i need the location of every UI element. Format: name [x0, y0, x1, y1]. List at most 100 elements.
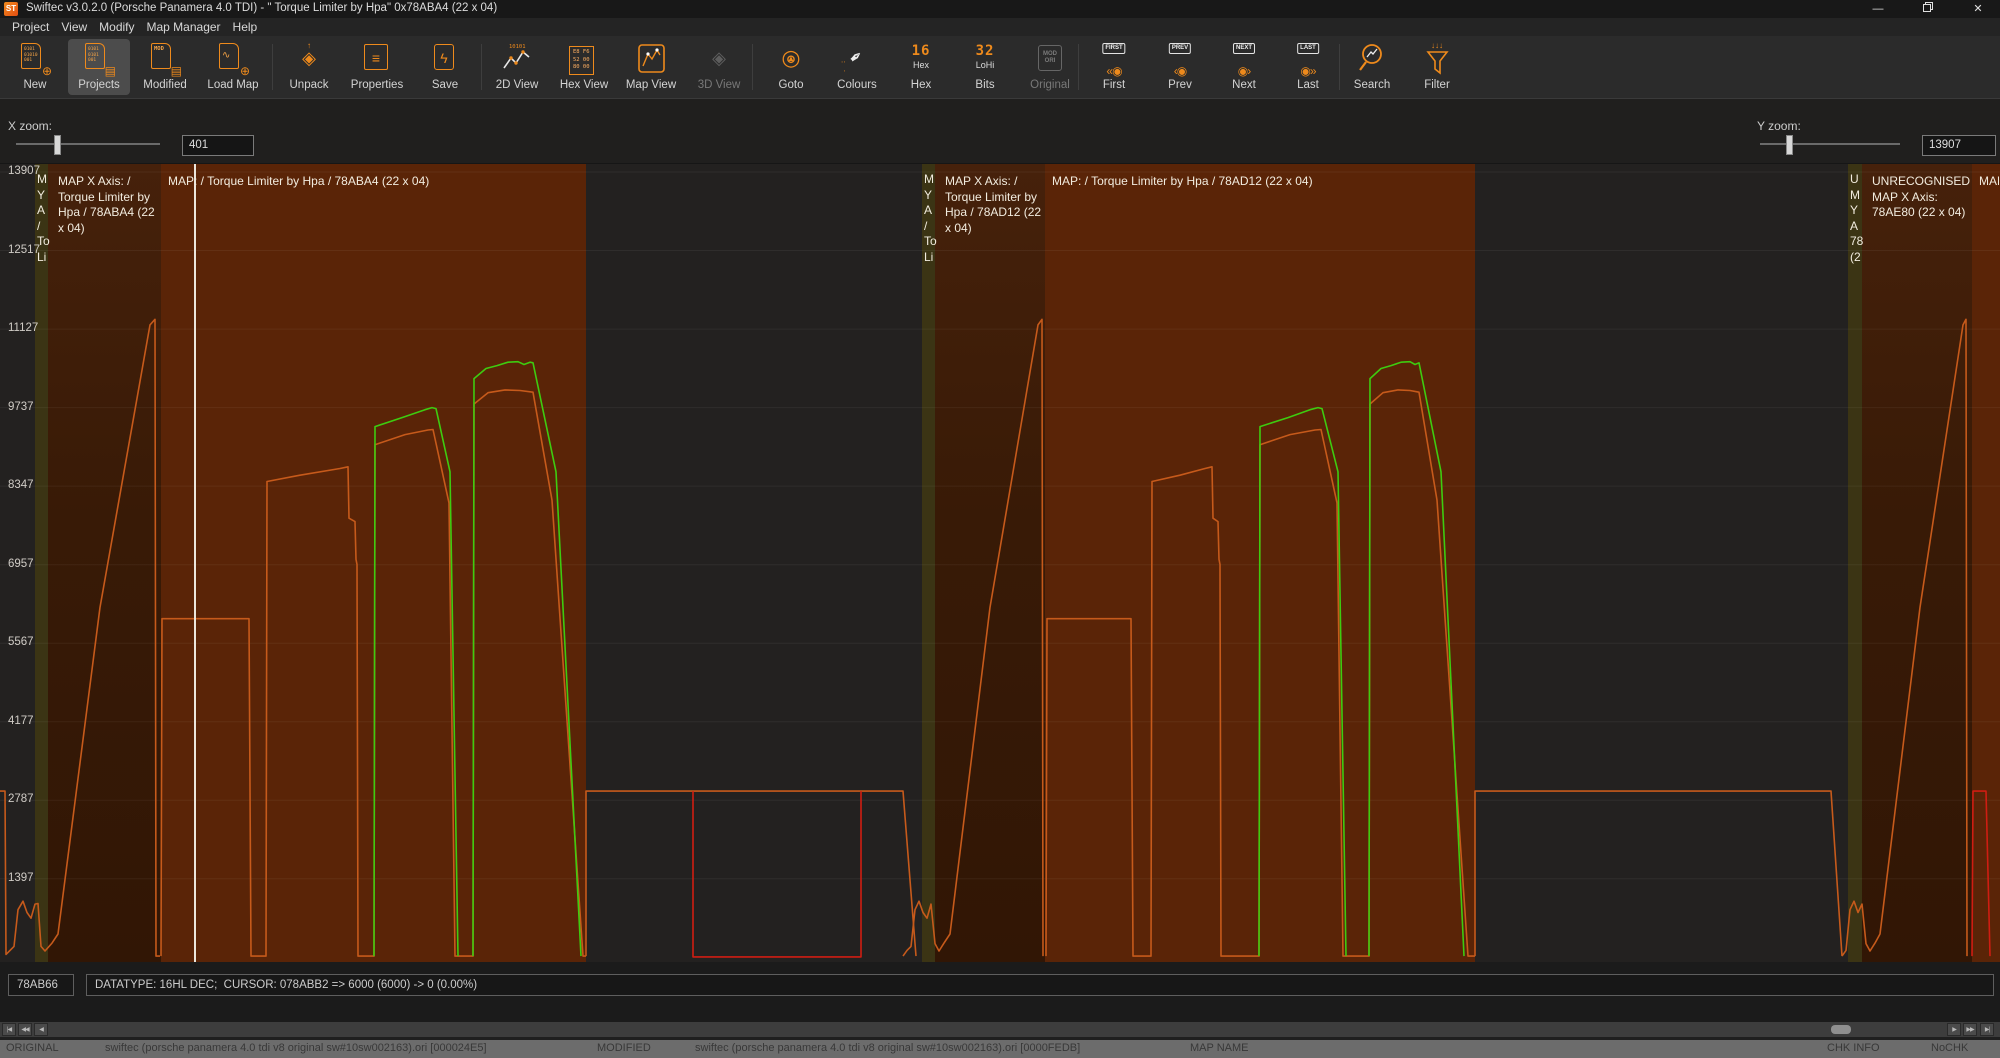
prev-tag-icon: PREV: [1169, 43, 1191, 54]
map-doc-icon: ∿: [219, 43, 239, 69]
close-button[interactable]: ✕: [1956, 0, 2000, 18]
toolbar-separator: [272, 44, 273, 90]
toolbar-button-hex[interactable]: 16HexHex: [890, 39, 952, 95]
binary-doc-icon: 01010101001: [85, 43, 105, 69]
toolbar-button-bits[interactable]: 32LoHiBits: [954, 39, 1016, 95]
horizontal-scrollbar[interactable]: |◀◀◀◀▶▶▶▶|: [0, 1022, 2000, 1037]
toolbar-button-label: Modified: [134, 79, 196, 91]
svg-text:10101: 10101: [509, 44, 526, 50]
toolbar-button-next[interactable]: NEXT◉›Next: [1213, 39, 1275, 95]
toolbar-button-label: 3D View: [688, 79, 750, 91]
window-title: Swiftec v3.0.2.0 (Porsche Panamera 4.0 T…: [26, 2, 497, 14]
toolbar-button-save[interactable]: ϟSave: [414, 39, 476, 95]
restore-button[interactable]: [1906, 0, 1950, 18]
map-curves: [0, 164, 2000, 963]
y-axis-tick-label: 12517: [8, 244, 40, 256]
map1-label: MAP: / Torque Limiter by Hpa / 78ABA4 (2…: [168, 174, 578, 190]
hex-16-icon: 16: [903, 43, 939, 59]
y-zoom-value-input[interactable]: 13907: [1922, 135, 1996, 156]
toolbar-button-unpack[interactable]: ◈↑Unpack: [278, 39, 340, 95]
hex-grid-icon: E8 F652 0080 00: [569, 46, 594, 75]
menu-item-modify[interactable]: Modify: [99, 18, 134, 36]
cursor-line[interactable]: [194, 164, 196, 963]
map2-modified-curve-row4: [1369, 362, 1464, 956]
toolbar-button-label: Unpack: [278, 79, 340, 91]
scroll-left-button-2[interactable]: ◀◀: [18, 1023, 32, 1036]
gap2-line: [1475, 791, 1842, 956]
y-axis-tick-label: 1397: [8, 872, 34, 884]
y-axis-tick-label: 4177: [8, 715, 34, 727]
address-box[interactable]: 78AB66: [8, 974, 74, 996]
toolbar-button-original: MODORI Original: [1019, 39, 1081, 95]
x-zoom-slider[interactable]: [16, 143, 160, 145]
arrow-up-icon: ↑: [291, 41, 327, 50]
magnifier-icon: [1355, 41, 1389, 75]
gap1-line: [586, 791, 916, 956]
toolbar-button-hex-view[interactable]: E8 F652 0080 00 Hex View: [553, 39, 615, 95]
toolbar-button-label: Hex View: [553, 79, 615, 91]
next-tag-icon: NEXT: [1233, 43, 1255, 54]
line-chart-icon: 10101: [500, 41, 534, 75]
map-2d-view-chart[interactable]: 1390712517111279737834769575567417727871…: [0, 163, 2000, 964]
database-icon: ▤: [171, 65, 182, 77]
last-tag-icon: LAST: [1297, 43, 1319, 54]
map3-y-axis-strip-label: U M Y A 78 (2: [1850, 172, 1863, 265]
menu-item-map-manager[interactable]: Map Manager: [147, 18, 221, 36]
prev-eye-icon: ‹◉: [1162, 65, 1198, 77]
toolbar-button-last[interactable]: LAST◉»Last: [1277, 39, 1339, 95]
y-axis-tick-label: 11127: [8, 322, 38, 334]
toolbar-button-colours[interactable]: ✒∙∙ ∙Colours: [826, 39, 888, 95]
title-bar: ST Swiftec v3.0.2.0 (Porsche Panamera 4.…: [0, 0, 2000, 18]
x-zoom-slider-handle[interactable]: [54, 135, 61, 155]
app-logo-icon: ST: [4, 2, 18, 16]
plus-icon: ⊕: [240, 65, 250, 77]
y-axis-tick-label: 2787: [8, 793, 34, 805]
scroll-right-button-2[interactable]: ▶▶: [1963, 1023, 1977, 1036]
toolbar-separator: [1078, 44, 1079, 90]
map2-label: MAP: / Torque Limiter by Hpa / 78AD12 (2…: [1052, 174, 1472, 190]
toolbar-button-first[interactable]: FIRST«◉First: [1083, 39, 1145, 95]
menu-item-view[interactable]: View: [61, 18, 87, 36]
toolbar-button-new[interactable]: 010101010001⊕New: [4, 39, 66, 95]
scroll-right-button-1[interactable]: ▶: [1947, 1023, 1961, 1036]
toolbar-button-2d-view[interactable]: 10101 2D View: [486, 39, 548, 95]
scroll-right-button-3[interactable]: ▶|: [1980, 1023, 1994, 1036]
y-zoom-slider[interactable]: [1760, 143, 1900, 145]
toolbar-button-goto[interactable]: ◎▲Goto: [760, 39, 822, 95]
minimize-button[interactable]: —: [1856, 0, 1900, 18]
toolbar-separator: [1339, 44, 1340, 90]
modified-label: MODIFIED: [597, 1042, 651, 1054]
menu-item-help[interactable]: Help: [233, 18, 258, 36]
plus-icon: ⊕: [42, 65, 52, 77]
toolbar-button-prev[interactable]: PREV ‹◉ Prev: [1149, 39, 1211, 95]
toolbar-button-label: Goto: [760, 79, 822, 91]
toolbar-button-label: Original: [1019, 79, 1081, 91]
original-label: ORIGINAL: [6, 1042, 59, 1054]
toolbar-button-map-view[interactable]: Map View: [620, 39, 682, 95]
toolbar-button-load-map[interactable]: ∿⊕Load Map: [202, 39, 264, 95]
toolbar-button-label: 2D View: [486, 79, 548, 91]
eyedropper-icon: ✒: [832, 33, 881, 82]
toolbar-button-projects[interactable]: 01010101001▤Projects: [68, 39, 130, 95]
menu-item-project[interactable]: Project: [12, 18, 49, 36]
mod-ori-icon: MODORI: [1038, 45, 1062, 71]
toolbar-button-filter[interactable]: ↓↓↓Filter: [1406, 39, 1468, 95]
pointer-icon: ▲: [773, 54, 809, 63]
x-zoom-value-input[interactable]: 401: [182, 135, 254, 156]
first-eye-icon: «◉: [1096, 65, 1132, 77]
toolbar-button-search[interactable]: Search: [1341, 39, 1403, 95]
y-zoom-slider-handle[interactable]: [1786, 135, 1793, 155]
map2-x-axis-label: MAP X Axis: / Torque Limiter by Hpa / 78…: [945, 174, 1047, 236]
scrollbar-thumb[interactable]: [1831, 1025, 1851, 1034]
toolbar-button-modified[interactable]: MOD▤Modified: [134, 39, 196, 95]
toolbar-button-label: Prev: [1149, 79, 1211, 91]
scroll-left-button-3[interactable]: ◀: [34, 1023, 48, 1036]
map1-y-axis-strip-label: M Y A / To Li: [37, 172, 50, 265]
arrows-down-icon: ↓↓↓: [1419, 41, 1455, 50]
bits-sub-label: LoHi: [967, 60, 1003, 70]
swiftec-window: ST Swiftec v3.0.2.0 (Porsche Panamera 4.…: [0, 0, 2000, 1058]
dots-icon: ∙∙ ∙: [841, 57, 845, 75]
toolbar-button-properties[interactable]: ≡Properties: [346, 39, 408, 95]
scroll-left-button-1[interactable]: |◀: [2, 1023, 16, 1036]
binary-doc-icon: 010101010001: [21, 43, 41, 69]
